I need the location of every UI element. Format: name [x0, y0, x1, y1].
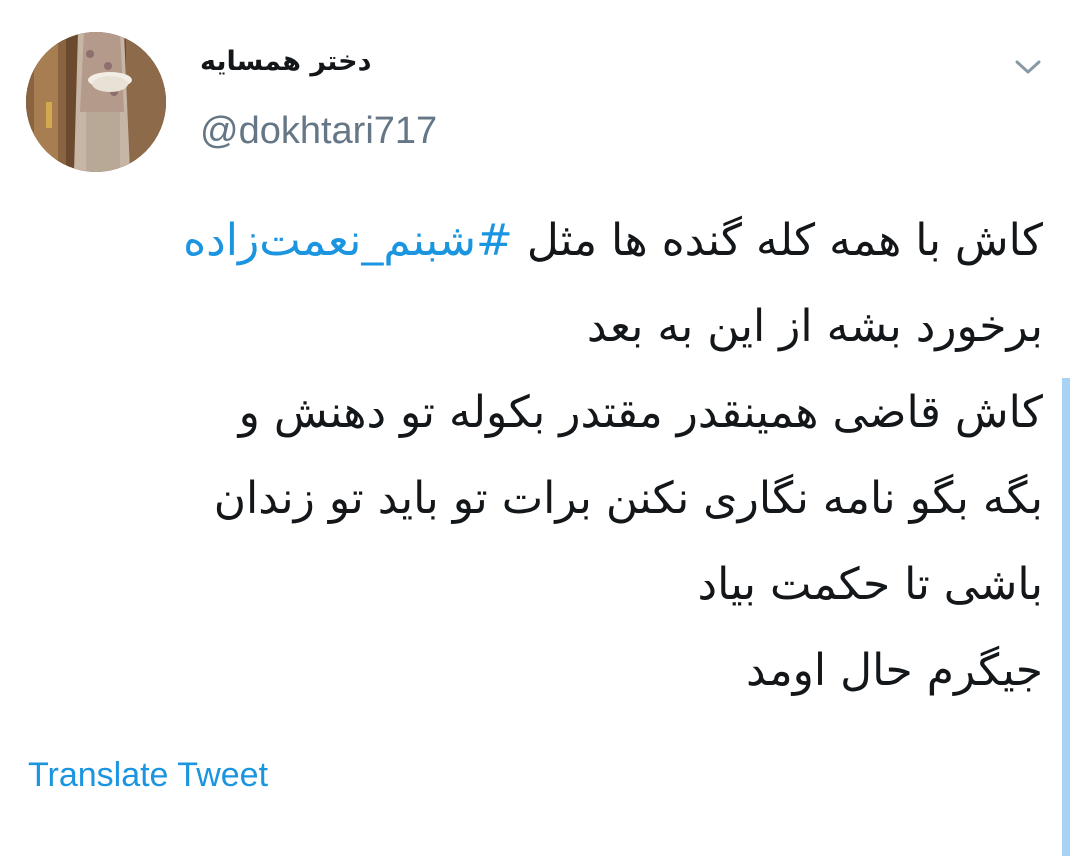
- tweet-line-2: برخورد بشه از این به بعد: [586, 301, 1043, 352]
- tweet-card: دختر همسایه @dokhtari717 کاش با همه کله …: [0, 0, 1075, 856]
- scroll-indicator[interactable]: [1062, 378, 1070, 856]
- tweet-line-5: باشی تا حکمت بیاد: [697, 559, 1043, 610]
- tweet-line-1-text: کاش با همه کله گنده ها مثل: [512, 215, 1043, 266]
- translate-tweet-link[interactable]: Translate Tweet: [28, 756, 268, 795]
- tweet-line-4: بگه بگو نامه نگاری نکنن برات تو باید تو …: [213, 473, 1043, 524]
- chevron-down-icon: [1015, 60, 1041, 74]
- hashtag-link[interactable]: #شبنم_نعمت‌زاده: [183, 215, 513, 266]
- tweet-menu-button[interactable]: [1008, 52, 1048, 82]
- tweet-line-1: کاش با همه کله گنده ها مثل #شبنم_نعمت‌زا…: [33, 198, 1043, 284]
- user-handle[interactable]: @dokhtari717: [200, 110, 437, 153]
- tweet-line-3: کاش قاضی همینقدر مقتدر بکوله تو دهنش و: [238, 387, 1043, 438]
- tweet-line-6: جیگرم حال اومد: [746, 645, 1043, 696]
- avatar-image: [26, 32, 166, 172]
- tweet-text: کاش با همه کله گنده ها مثل #شبنم_نعمت‌زا…: [33, 198, 1043, 714]
- avatar[interactable]: [26, 32, 166, 172]
- display-name[interactable]: دختر همسایه: [200, 46, 371, 77]
